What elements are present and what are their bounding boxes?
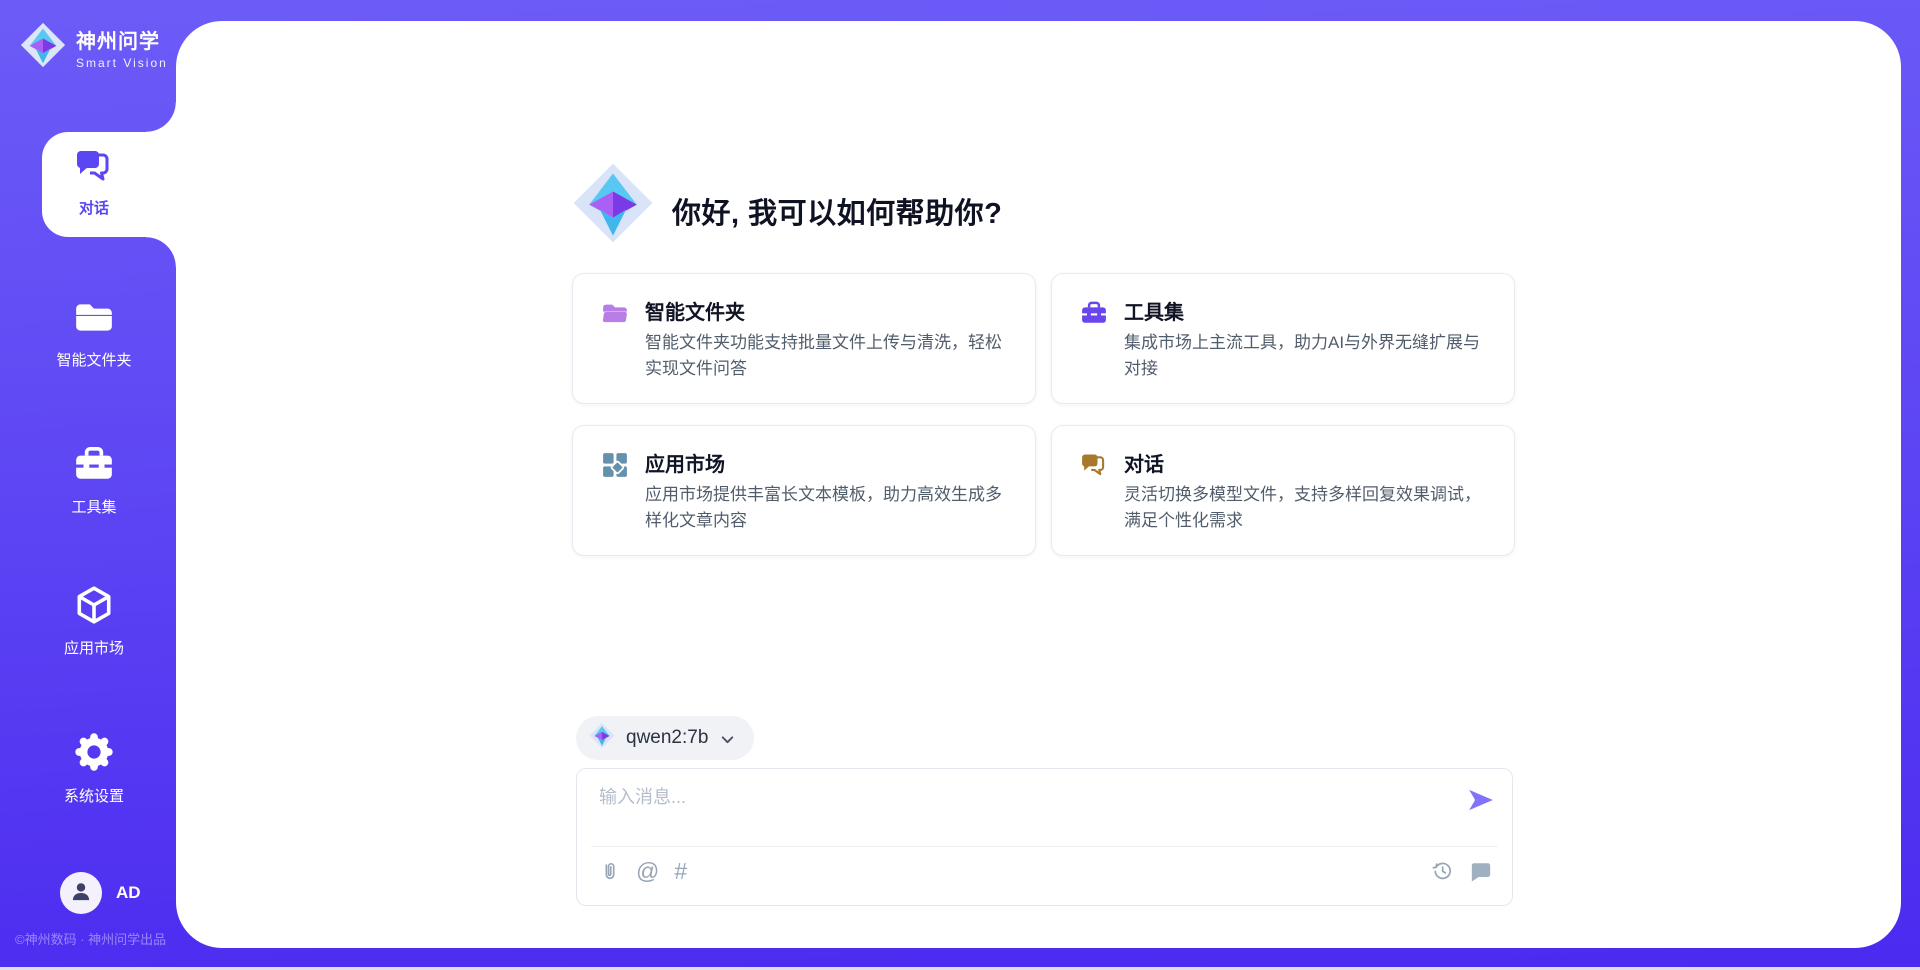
- card-toolset[interactable]: 工具集 集成市场上主流工具，助力AI与外界无缝扩展与对接: [1051, 273, 1515, 404]
- user-initials: AD: [116, 883, 141, 903]
- sidebar-item-label: 对话: [12, 197, 176, 218]
- card-app-market[interactable]: 应用市场 应用市场提供丰富长文本模板，助力高效生成多样化文章内容: [572, 425, 1036, 556]
- history-icon[interactable]: [1431, 859, 1454, 882]
- brand-diamond-icon: [20, 22, 66, 73]
- sidebar-item-chat[interactable]: 对话: [12, 146, 176, 218]
- chat-icon: [1080, 451, 1108, 484]
- sidebar-item-label: 系统设置: [12, 785, 176, 806]
- brand-logo: 神州问学 Smart Vision: [20, 22, 168, 73]
- at-icon[interactable]: @: [636, 859, 659, 883]
- sidebar-item-label: 智能文件夹: [12, 349, 176, 370]
- card-title: 对话: [1124, 448, 1164, 477]
- sidebar-item-toolset[interactable]: 工具集: [12, 443, 176, 517]
- send-button[interactable]: [1466, 785, 1496, 815]
- folder-open-icon: [601, 299, 629, 332]
- card-title: 智能文件夹: [645, 296, 745, 325]
- chevron-down-icon: [719, 731, 736, 748]
- card-description: 应用市场提供丰富长文本模板，助力高效生成多样化文章内容: [645, 482, 1017, 534]
- card-smart-folder[interactable]: 智能文件夹 智能文件夹功能支持批量文件上传与清洗，轻松实现文件问答: [572, 273, 1036, 404]
- composer-divider: [591, 846, 1498, 847]
- toolbox-icon: [1080, 299, 1108, 332]
- avatar[interactable]: [60, 872, 102, 914]
- model-name: qwen2:7b: [626, 727, 708, 749]
- sidebar-item-app-market[interactable]: 应用市场: [12, 584, 176, 658]
- copyright-footer: ©神州数码 · 神州问学出品: [15, 929, 166, 948]
- gear-icon: [72, 730, 116, 779]
- hero-diamond-icon: [572, 160, 654, 251]
- hash-icon[interactable]: #: [674, 859, 687, 883]
- sidebar-item-label: 应用市场: [12, 637, 176, 658]
- toolbox-icon: [73, 443, 115, 490]
- card-description: 集成市场上主流工具，助力AI与外界无缝扩展与对接: [1124, 330, 1496, 382]
- user-row[interactable]: AD: [60, 872, 141, 914]
- chat-bubble-icon[interactable]: [1470, 860, 1492, 882]
- brand-name: 神州问学: [76, 31, 160, 53]
- cube-icon: [73, 584, 115, 631]
- sidebar-item-smart-folder[interactable]: 智能文件夹: [12, 296, 176, 370]
- person-icon: [68, 878, 94, 909]
- model-selector[interactable]: qwen2:7b: [576, 716, 754, 760]
- message-input[interactable]: [599, 783, 1399, 841]
- send-icon: [1466, 803, 1496, 818]
- brand-diamond-icon: [589, 722, 615, 754]
- card-title: 应用市场: [645, 448, 725, 477]
- chat-icon: [74, 146, 114, 191]
- paperclip-icon[interactable]: [599, 859, 621, 883]
- folder-icon: [73, 296, 115, 343]
- sidebar: 神州问学 Smart Vision 对话 智能文件夹: [0, 0, 176, 970]
- card-chat[interactable]: 对话 灵活切换多模型文件，支持多样回复效果调试，满足个性化需求: [1051, 425, 1515, 556]
- card-description: 灵活切换多模型文件，支持多样回复效果调试，满足个性化需求: [1124, 482, 1496, 534]
- card-description: 智能文件夹功能支持批量文件上传与清洗，轻松实现文件问答: [645, 330, 1017, 382]
- sidebar-item-label: 工具集: [12, 496, 176, 517]
- card-title: 工具集: [1124, 296, 1184, 325]
- feature-cards: 智能文件夹 智能文件夹功能支持批量文件上传与清洗，轻松实现文件问答 工具集 集成…: [572, 273, 1515, 556]
- brand-subtitle: Smart Vision: [76, 56, 168, 70]
- greeting-title: 你好, 我可以如何帮助你?: [672, 190, 1002, 232]
- app-grid-icon: [601, 451, 629, 484]
- message-composer: @ #: [576, 768, 1513, 906]
- sidebar-item-settings[interactable]: 系统设置: [12, 730, 176, 806]
